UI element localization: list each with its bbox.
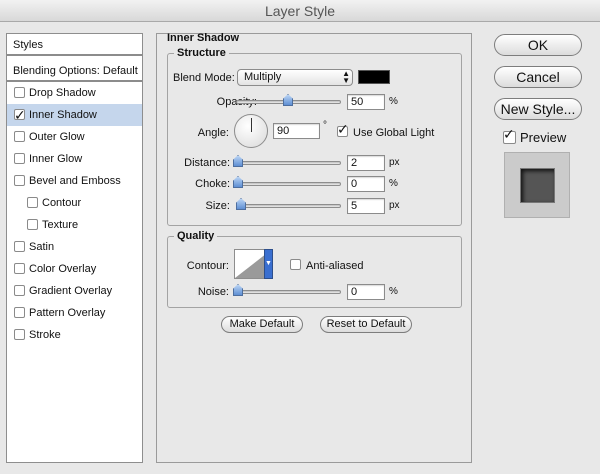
sidebar-item-label: Outer Glow (29, 131, 85, 143)
anti-aliased-label: Anti-aliased (306, 260, 364, 272)
opacity-input[interactable]: 50 (347, 94, 385, 110)
styles-list: Styles Blending Options: Default Drop Sh… (6, 33, 143, 463)
noise-unit: % (389, 286, 398, 297)
size-unit: px (389, 200, 400, 211)
use-global-light-label: Use Global Light (353, 127, 435, 139)
sidebar-item-stroke[interactable]: Stroke (7, 324, 142, 346)
sidebar-item-inner-shadow[interactable]: Inner Shadow (7, 104, 142, 126)
reset-to-default-button[interactable]: Reset to Default (320, 316, 412, 333)
outer-glow-checkbox[interactable] (14, 131, 25, 142)
styles-header[interactable]: Styles (7, 34, 142, 56)
sidebar-item-drop-shadow[interactable]: Drop Shadow (7, 82, 142, 104)
contour-label: Contour: (186, 260, 229, 272)
inner-shadow-checkbox[interactable] (14, 104, 26, 126)
inner-shadow-panel: Inner Shadow Structure Blend Mode: Multi… (156, 32, 472, 463)
sidebar-item-pattern-overlay[interactable]: Pattern Overlay (7, 302, 142, 324)
distance-slider[interactable] (236, 161, 341, 165)
sidebar-item-label: Satin (29, 241, 55, 253)
bevel-emboss-checkbox[interactable] (14, 175, 25, 186)
inner-shadow-title: Inner Shadow (167, 32, 240, 44)
pattern-overlay-checkbox[interactable] (14, 307, 25, 318)
angle-dial[interactable] (234, 114, 268, 148)
sidebar-item-contour[interactable]: Contour (7, 192, 142, 214)
noise-label: Noise: (197, 286, 229, 298)
size-label: Size: (205, 200, 230, 212)
blend-mode-value: Multiply (244, 71, 282, 83)
distance-label: Distance: (184, 157, 230, 169)
sidebar-item-satin[interactable]: Satin (7, 236, 142, 258)
sidebar-item-label: Inner Shadow (29, 109, 97, 121)
preview-label: Preview (520, 130, 567, 145)
sidebar-item-label: Pattern Overlay (29, 307, 106, 319)
color-overlay-checkbox[interactable] (14, 263, 25, 274)
sidebar-item-color-overlay[interactable]: Color Overlay (7, 258, 142, 280)
window-title: Layer Style (0, 0, 600, 22)
distance-unit: px (389, 157, 400, 168)
drop-shadow-checkbox[interactable] (14, 87, 25, 98)
blend-mode-label: Blend Mode: (173, 72, 235, 84)
sidebar-item-gradient-overlay[interactable]: Gradient Overlay (7, 280, 142, 302)
gradient-overlay-checkbox[interactable] (14, 285, 25, 296)
new-style-button[interactable]: New Style... (494, 98, 582, 120)
choke-input[interactable]: 0 (347, 176, 385, 192)
choke-unit: % (389, 178, 398, 189)
shadow-color-swatch[interactable] (358, 70, 390, 84)
sidebar-item-label: Inner Glow (29, 153, 83, 165)
sidebar-item-label: Stroke (29, 329, 61, 341)
cancel-button[interactable]: Cancel (494, 66, 582, 88)
opacity-unit: % (389, 96, 398, 107)
satin-checkbox[interactable] (14, 241, 25, 252)
contour-checkbox[interactable] (27, 197, 38, 208)
preview-checkbox[interactable] (503, 126, 516, 144)
ok-button[interactable]: OK (494, 34, 582, 56)
blending-options-item[interactable]: Blending Options: Default (7, 60, 142, 82)
make-default-button[interactable]: Make Default (221, 316, 303, 333)
angle-input[interactable]: 90 (273, 123, 320, 139)
size-slider[interactable] (236, 204, 341, 208)
noise-input[interactable]: 0 (347, 284, 385, 300)
sidebar-item-label: Contour (42, 197, 82, 209)
distance-input[interactable]: 2 (347, 155, 385, 171)
angle-label: Angle: (197, 127, 229, 139)
inner-glow-checkbox[interactable] (14, 153, 25, 164)
sidebar-item-label: Gradient Overlay (29, 285, 113, 297)
texture-checkbox[interactable] (27, 219, 38, 230)
sidebar-item-label: Bevel and Emboss (29, 175, 121, 187)
angle-unit: ° (323, 120, 327, 131)
sidebar-item-outer-glow[interactable]: Outer Glow (7, 126, 142, 148)
anti-aliased-checkbox[interactable] (290, 259, 301, 270)
sidebar-item-label: Color Overlay (29, 263, 97, 275)
sidebar-item-bevel-emboss[interactable]: Bevel and Emboss (7, 170, 142, 192)
preview-thumbnail (521, 169, 554, 202)
quality-title: Quality (174, 230, 218, 242)
angle-dial-hand (251, 118, 252, 132)
style-preview (504, 152, 570, 218)
choke-slider[interactable] (236, 182, 341, 186)
size-input[interactable]: 5 (347, 198, 385, 214)
sidebar-item-texture[interactable]: Texture (7, 214, 142, 236)
stroke-checkbox[interactable] (14, 329, 25, 340)
contour-dropdown-icon[interactable]: ▼ (264, 249, 273, 279)
use-global-light-checkbox[interactable] (337, 121, 349, 138)
sidebar-item-label: Texture (42, 219, 79, 231)
blend-mode-select[interactable]: Multiply ▲ ▼ (237, 69, 353, 86)
structure-title: Structure (174, 47, 229, 59)
sidebar-item-inner-glow[interactable]: Inner Glow (7, 148, 142, 170)
noise-slider[interactable] (236, 290, 341, 294)
choke-label: Choke: (195, 178, 230, 190)
sidebar-item-label: Drop Shadow (29, 87, 96, 99)
select-arrows-icon: ▲ ▼ (342, 69, 350, 85)
